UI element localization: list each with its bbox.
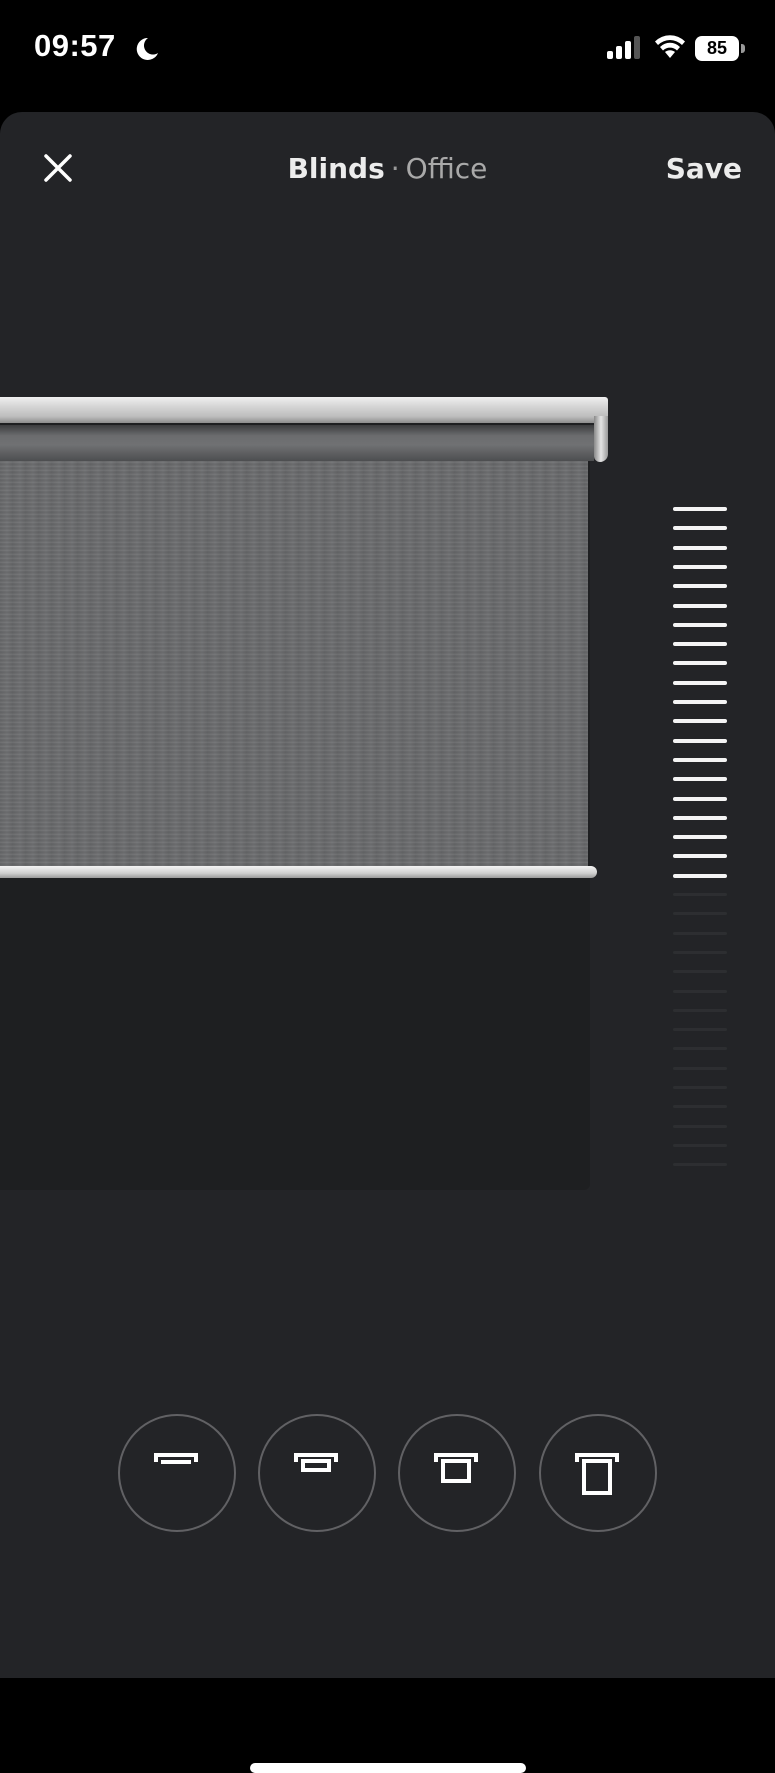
- preset-open-button[interactable]: [118, 1414, 236, 1532]
- blind-fabric[interactable]: [0, 461, 588, 871]
- slider-tick: [673, 912, 727, 916]
- slider-tick: [673, 545, 727, 550]
- slider-tick: [673, 622, 727, 627]
- save-button[interactable]: Save: [666, 152, 742, 185]
- slider-tick: [673, 1028, 727, 1032]
- slider-tick: [673, 873, 727, 878]
- blind-bottom-bar[interactable]: [0, 865, 597, 878]
- slider-tick: [673, 1066, 727, 1070]
- slider-tick: [673, 1008, 727, 1012]
- blind-roller: [0, 425, 594, 461]
- preset-buttons: [0, 1414, 775, 1532]
- battery-indicator: 85: [695, 36, 747, 61]
- page-title: Blinds · Office: [0, 152, 775, 185]
- slider-tick: [673, 970, 727, 974]
- slider-tick: [673, 1124, 727, 1128]
- slider-tick: [673, 989, 727, 993]
- slider-tick: [673, 1086, 727, 1089]
- status-bar: 09:57 85: [0, 0, 775, 100]
- slider-tick: [673, 661, 727, 666]
- signal-icon: [607, 36, 640, 59]
- blind-control-sheet: Blinds · Office Save: [0, 112, 775, 1773]
- slider-tick: [673, 584, 727, 589]
- slider-tick: [673, 1047, 727, 1051]
- slider-tick: [673, 700, 727, 704]
- slider-tick: [673, 777, 727, 782]
- slider-tick: [673, 719, 727, 724]
- slider-tick: [673, 603, 727, 608]
- blind-closed-icon: [575, 1453, 619, 1495]
- slider-tick: [673, 564, 727, 569]
- slider-tick: [673, 796, 727, 801]
- room-name: Office: [405, 152, 488, 185]
- status-time: 09:57: [34, 28, 116, 63]
- blind-open-icon: [154, 1453, 198, 1464]
- headrail-bracket: [594, 416, 608, 462]
- blind-quarter-icon: [294, 1453, 338, 1472]
- slider-tick: [673, 507, 727, 511]
- blind-half-icon: [434, 1453, 478, 1483]
- slider-tick: [673, 757, 727, 762]
- slider-tick: [673, 642, 727, 647]
- slider-tick: [673, 931, 727, 935]
- preset-quarter-button[interactable]: [258, 1414, 376, 1532]
- slider-tick: [673, 1143, 727, 1147]
- fabric-texture: [0, 461, 588, 871]
- moon-icon: [136, 37, 158, 60]
- battery-cap: [741, 44, 745, 53]
- slider-tick: [673, 1163, 727, 1167]
- position-slider[interactable]: [673, 507, 727, 1267]
- slider-tick: [673, 526, 727, 531]
- preset-half-button[interactable]: [398, 1414, 516, 1532]
- slider-tick: [673, 835, 727, 840]
- slider-tick: [673, 815, 727, 820]
- headrail: [0, 397, 608, 423]
- slider-tick: [673, 680, 727, 685]
- slider-tick: [673, 854, 727, 859]
- slider-tick: [673, 1105, 727, 1109]
- slider-tick: [673, 893, 727, 896]
- device-name: Blinds: [287, 152, 385, 185]
- nav-bar: Blinds · Office Save: [0, 112, 775, 230]
- battery-percent: 85: [695, 36, 739, 61]
- slider-tick: [673, 950, 727, 954]
- home-indicator[interactable]: [250, 1763, 526, 1773]
- wifi-icon: [655, 35, 685, 58]
- title-separator: ·: [390, 152, 400, 185]
- slider-tick: [673, 738, 727, 743]
- preset-closed-button[interactable]: [539, 1414, 657, 1532]
